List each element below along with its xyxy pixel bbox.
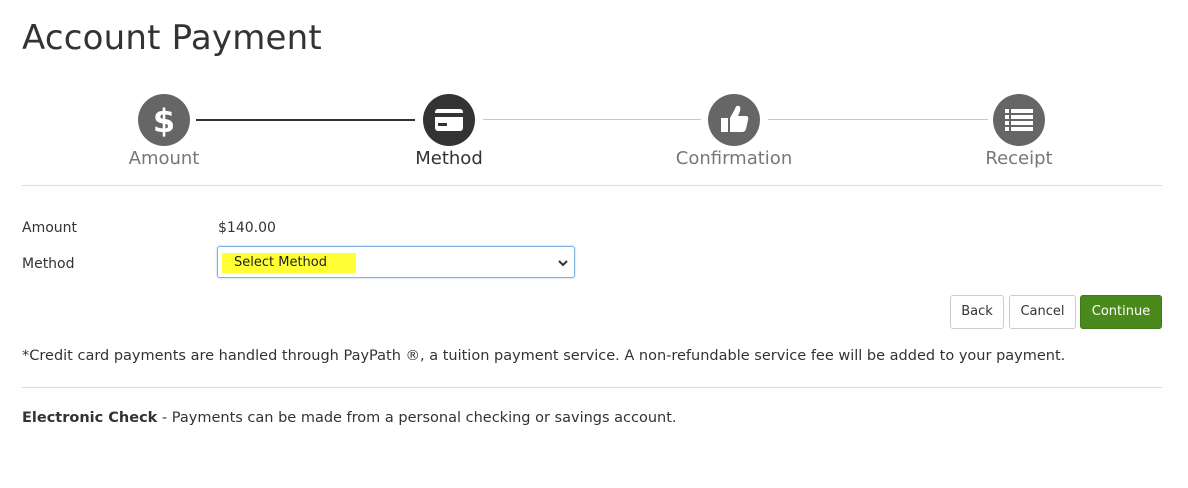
- page-title: Account Payment: [22, 18, 322, 58]
- electronic-check-text: - Payments can be made from a personal c…: [157, 410, 677, 426]
- account-payment-page: Account Payment $ Amount Method Confirma…: [0, 0, 1188, 488]
- dollar-icon: $: [153, 102, 175, 140]
- method-select-value: Select Method: [234, 255, 327, 270]
- credit-card-icon: [435, 109, 463, 131]
- electronic-check-title: Electronic Check: [22, 410, 158, 426]
- method-select[interactable]: Select Method: [217, 246, 575, 278]
- method-label: Method: [22, 256, 75, 272]
- svg-text:$: $: [153, 102, 175, 140]
- step-circle-confirmation: [708, 94, 760, 146]
- step-circle-receipt: [993, 94, 1045, 146]
- step-circle-method: [423, 94, 475, 146]
- amount-value: $140.00: [218, 220, 276, 236]
- step-label-confirmation: Confirmation: [675, 148, 793, 169]
- thumbs-up-icon: [721, 105, 749, 132]
- divider-top: [22, 185, 1162, 186]
- step-label-amount: Amount: [128, 148, 200, 169]
- continue-button[interactable]: Continue: [1080, 295, 1162, 329]
- divider-bottom: [22, 387, 1162, 388]
- amount-label: Amount: [22, 220, 78, 236]
- cancel-button[interactable]: Cancel: [1009, 295, 1076, 329]
- electronic-check-note: Electronic Check - Payments can be made …: [22, 410, 677, 426]
- chevron-down-icon: [558, 260, 568, 267]
- step-receipt: Receipt: [939, 94, 1099, 169]
- step-label-method: Method: [415, 148, 483, 169]
- step-label-receipt: Receipt: [985, 148, 1053, 169]
- step-confirmation: Confirmation: [654, 94, 814, 169]
- credit-card-note: *Credit card payments are handled throug…: [22, 348, 1066, 364]
- step-amount: $ Amount: [84, 94, 244, 169]
- back-button[interactable]: Back: [950, 295, 1004, 329]
- step-method: Method: [369, 94, 529, 169]
- payment-stepper: $ Amount Method Confirmation Receipt: [0, 94, 1188, 174]
- step-circle-amount: $: [138, 94, 190, 146]
- list-icon: [1005, 109, 1033, 131]
